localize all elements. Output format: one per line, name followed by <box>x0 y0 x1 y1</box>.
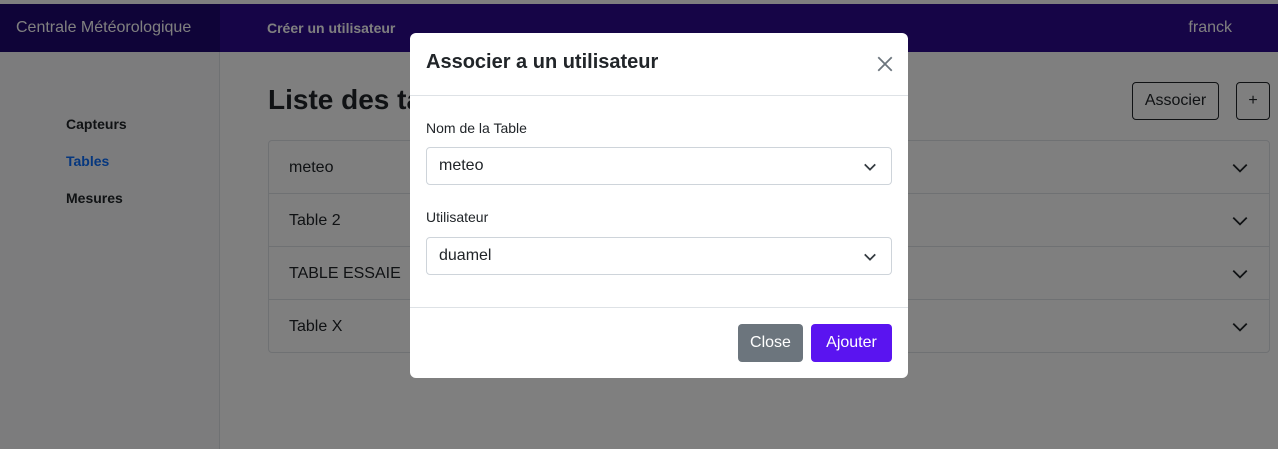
chevron-down-icon <box>864 163 876 171</box>
modal-header: Associer a un utilisateur <box>410 33 908 96</box>
user-label: Utilisateur <box>426 209 489 225</box>
associate-user-modal: Associer a un utilisateur Nom de la Tabl… <box>410 33 908 378</box>
modal-title: Associer a un utilisateur <box>426 51 659 73</box>
user-select-value: duamel <box>439 247 492 264</box>
add-button[interactable]: Ajouter <box>811 324 892 362</box>
table-select[interactable]: meteo <box>426 147 892 185</box>
table-name-label: Nom de la Table <box>426 120 527 136</box>
modal-footer: Close Ajouter <box>410 307 908 378</box>
table-select-value: meteo <box>439 157 484 174</box>
close-button[interactable]: Close <box>738 324 803 362</box>
close-icon[interactable] <box>876 55 894 73</box>
user-select[interactable]: duamel <box>426 237 892 275</box>
chevron-down-icon <box>864 253 876 261</box>
